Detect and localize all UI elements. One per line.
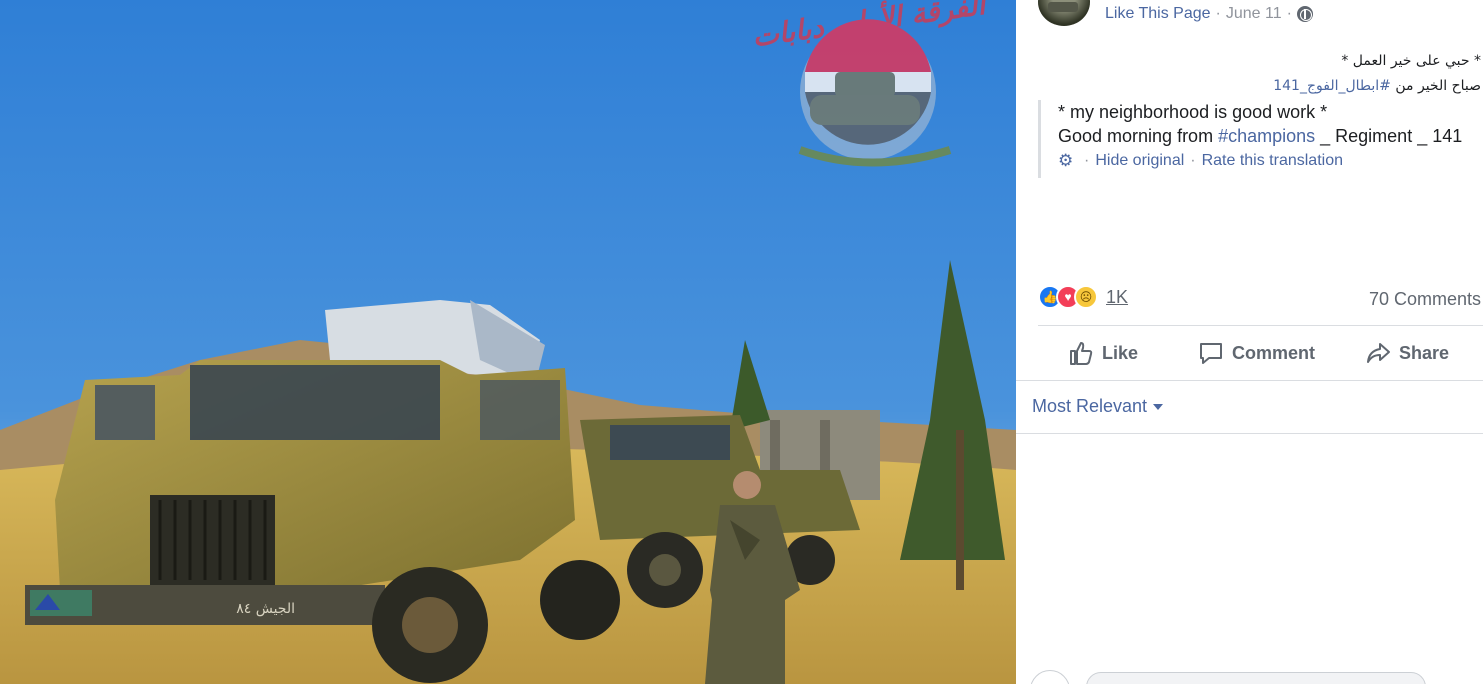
thumbs-up-icon [1070, 342, 1093, 365]
share-button[interactable]: Share [1365, 339, 1449, 367]
reaction-count[interactable]: 1K [1106, 287, 1128, 308]
hide-original-link[interactable]: Hide original [1095, 152, 1184, 170]
commenter-avatar [1030, 670, 1070, 684]
page-avatar[interactable] [1038, 0, 1090, 26]
divider [1038, 325, 1483, 326]
comment-icon [1200, 343, 1222, 364]
action-separator: · [1084, 152, 1090, 169]
translation-line1: * my neighborhood is good work * [1058, 102, 1328, 122]
hashtag-link[interactable]: #ابطال_الفوج_141 [1273, 78, 1391, 94]
sort-label: Most Relevant [1032, 396, 1148, 416]
translation-line2: Good morning from #champions _ Regiment … [1058, 124, 1483, 148]
caret-down-icon [1153, 403, 1164, 410]
original-text-line2-prefix: صباح الخير من [1390, 78, 1481, 94]
translated-hashtag-link[interactable]: #champions [1218, 126, 1315, 146]
divider [1016, 380, 1483, 381]
translation-block: * my neighborhood is good work * Good mo… [1038, 100, 1483, 178]
post-photo[interactable]: الجيش ٨٤ الفرقة الأولى دبابات [0, 0, 1016, 684]
globe-icon[interactable] [1296, 6, 1313, 22]
share-icon [1367, 343, 1390, 363]
photo-scene: الجيش ٨٤ الفرقة الأولى دبابات [0, 0, 1016, 684]
translation-line2-suffix: _ Regiment _ 141 [1315, 126, 1463, 146]
meta-separator: · [1286, 5, 1292, 22]
translation-actions: ⚙ · Hide original · Rate this translatio… [1058, 152, 1483, 170]
sad-icon: ☹ [1074, 285, 1098, 309]
post-meta: Like This Page · June 11 · [1105, 5, 1313, 23]
meta-separator: · [1215, 5, 1221, 22]
like-page-link[interactable]: Like This Page [1105, 5, 1211, 23]
like-button[interactable]: Like [1068, 339, 1138, 367]
like-button-label: Like [1102, 342, 1139, 363]
gear-icon[interactable]: ⚙ [1058, 152, 1074, 169]
post-side-panel: Like This Page · June 11 · * حبي على خير… [1016, 0, 1483, 684]
truck-plate: الجيش ٨٤ [236, 601, 295, 617]
comment-preview [1086, 672, 1426, 684]
action-separator: · [1190, 152, 1196, 169]
original-text-line1: * حبي على خير العمل * [1341, 53, 1481, 69]
divider [1016, 433, 1483, 434]
comments-count[interactable]: 70 Comments [1369, 289, 1481, 310]
reactions-summary[interactable]: 👍 ♥ ☹ 1K [1038, 285, 1128, 309]
post-date[interactable]: June 11 [1226, 5, 1282, 23]
translation-line2-prefix: Good morning from [1058, 126, 1219, 146]
comment-button-label: Comment [1232, 342, 1316, 363]
share-button-label: Share [1399, 342, 1450, 363]
original-text-line2: صباح الخير من #ابطال_الفوج_141 [1273, 78, 1481, 94]
comment-button[interactable]: Comment [1198, 339, 1315, 367]
rate-translation-link[interactable]: Rate this translation [1202, 152, 1343, 170]
comment-sort-dropdown[interactable]: Most Relevant [1032, 396, 1164, 417]
